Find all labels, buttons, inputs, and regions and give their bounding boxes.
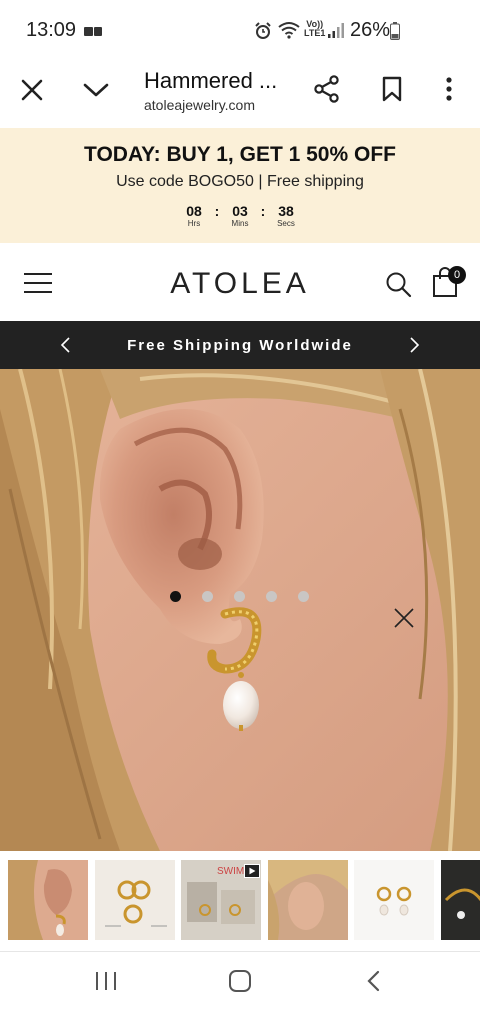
countdown-minutes: 03 Mins	[227, 204, 253, 229]
pagination-dot-active[interactable]	[170, 591, 181, 602]
thumbnail-5[interactable]	[354, 860, 434, 940]
thumbnail-6[interactable]	[441, 860, 480, 940]
bookmark-icon[interactable]	[378, 74, 406, 104]
back-icon[interactable]	[364, 969, 384, 993]
status-time: 13:09	[26, 19, 77, 41]
home-icon[interactable]	[228, 969, 252, 993]
wifi-icon	[278, 22, 300, 39]
search-icon[interactable]	[384, 270, 412, 298]
page-title: Hammered ...	[144, 68, 278, 93]
battery-percent: 26%	[350, 19, 391, 41]
notification-icon-2	[94, 27, 102, 36]
volte-indicator: Vo)) LTE1	[304, 20, 325, 38]
thumbnail-product-image	[354, 860, 434, 940]
thumbnail-strip: SWIM	[0, 851, 480, 951]
volte-line2: LTE1	[304, 28, 326, 38]
thumbnail-swim-label: SWIM	[217, 866, 244, 877]
notification-icon	[84, 27, 93, 36]
thumbnail-model-image	[268, 860, 348, 940]
countdown-seconds-label: Secs	[277, 219, 295, 228]
countdown-hours-value: 08	[186, 203, 202, 219]
browser-toolbar: Hammered ... atoleajewelry.com	[0, 60, 480, 128]
countdown-minutes-label: Mins	[231, 219, 249, 228]
cart-count-badge[interactable]: 0	[448, 266, 466, 284]
close-gallery-icon[interactable]	[392, 606, 416, 630]
pagination-dot[interactable]	[298, 591, 309, 602]
countdown-seconds: 38 Secs	[273, 204, 299, 229]
thumbnail-ear-image	[8, 860, 88, 940]
countdown-timer: 08 Hrs : 03 Mins : 38 Secs	[0, 204, 480, 229]
countdown-minutes-value: 03	[232, 203, 248, 219]
system-navbar	[0, 951, 480, 1013]
promo-banner: TODAY: BUY 1, GET 1 50% OFF Use code BOG…	[0, 128, 480, 243]
more-vert-icon[interactable]	[436, 74, 462, 104]
countdown-seconds-value: 38	[278, 203, 294, 219]
countdown-separator: :	[260, 203, 266, 219]
thumbnail-diagram-image	[95, 860, 175, 940]
close-icon[interactable]	[18, 76, 46, 104]
thumbnail-1[interactable]	[8, 860, 88, 940]
announcement-bar: Free Shipping Worldwide	[0, 321, 480, 369]
recents-icon[interactable]	[94, 970, 118, 992]
chevron-down-icon[interactable]	[82, 76, 110, 104]
thumbnail-dark-image	[441, 860, 480, 940]
pagination-dot[interactable]	[266, 591, 277, 602]
thumbnail-2[interactable]	[95, 860, 175, 940]
alarm-icon	[255, 22, 271, 39]
signal-icon	[328, 23, 344, 38]
page-url[interactable]: atoleajewelry.com	[144, 97, 255, 113]
thumbnail-4[interactable]	[268, 860, 348, 940]
promo-headline: TODAY: BUY 1, GET 1 50% OFF	[84, 143, 396, 166]
battery-icon	[390, 22, 400, 40]
gallery-pagination	[170, 591, 309, 602]
countdown-separator: :	[214, 203, 220, 219]
chevron-right-icon[interactable]	[404, 335, 424, 355]
status-bar: 13:09 Vo)) LTE1 26%	[0, 0, 480, 60]
pagination-dot[interactable]	[234, 591, 245, 602]
play-icon	[244, 864, 260, 878]
promo-subline: Use code BOGO50 | Free shipping	[116, 173, 364, 190]
site-header: ATOLEA	[0, 243, 480, 321]
countdown-hours: 08 Hrs	[181, 204, 207, 229]
share-icon[interactable]	[312, 74, 342, 104]
pagination-dot[interactable]	[202, 591, 213, 602]
countdown-hours-label: Hrs	[187, 219, 201, 228]
